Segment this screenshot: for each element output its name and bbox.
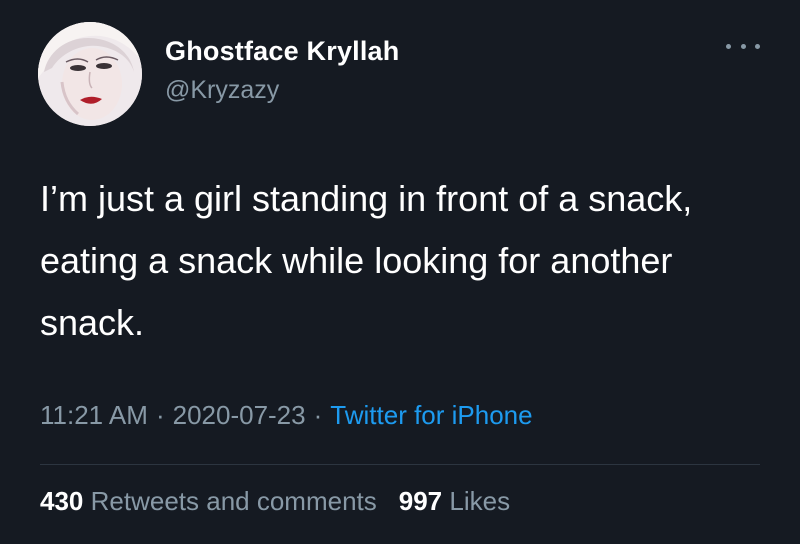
- tweet-source-link[interactable]: Twitter for iPhone: [330, 400, 532, 430]
- divider: [40, 464, 760, 465]
- likes-count: 997: [398, 486, 443, 516]
- display-name[interactable]: Ghostface Kryllah: [165, 36, 399, 67]
- tweet-meta: 11:21 AM · 2020-07-23 · Twitter for iPhone: [40, 400, 533, 431]
- user-handle[interactable]: @Kryzazy: [165, 76, 279, 105]
- retweets-stat[interactable]: 430 Retweets and comments: [40, 486, 377, 516]
- likes-label: Likes: [449, 486, 511, 516]
- likes-stat[interactable]: 997 Likes: [399, 486, 510, 516]
- avatar-image: [38, 22, 142, 126]
- tweet-date[interactable]: 2020-07-23: [173, 400, 306, 430]
- separator: ·: [155, 400, 165, 430]
- separator: ·: [313, 400, 323, 430]
- dot: [726, 43, 731, 49]
- tweet-text: I’m just a girl standing in front of a s…: [40, 178, 693, 343]
- tweet-time[interactable]: 11:21 AM: [40, 400, 148, 430]
- avatar[interactable]: [38, 22, 142, 126]
- more-options-icon[interactable]: [726, 38, 760, 54]
- dot: [755, 43, 760, 49]
- dot: [740, 43, 746, 49]
- retweets-label: Retweets and comments: [90, 486, 377, 516]
- tweet-stats: 430 Retweets and comments 997 Likes: [40, 486, 510, 517]
- tweet-card: Ghostface Kryllah @Kryzazy I’m just a gi…: [0, 0, 800, 544]
- retweets-count: 430: [40, 486, 84, 516]
